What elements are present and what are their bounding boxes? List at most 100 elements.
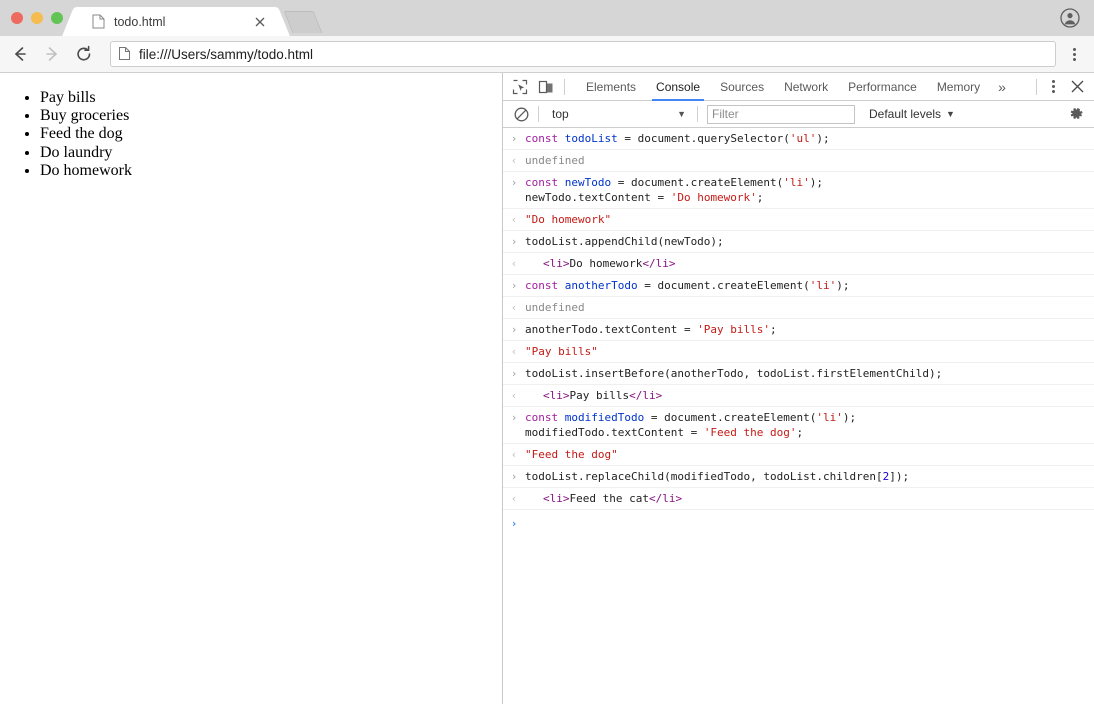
address-bar[interactable]: file:///Users/sammy/todo.html bbox=[110, 41, 1056, 67]
console-output-row: ‹<li>Pay bills</li> bbox=[503, 385, 1094, 407]
console-output-row: ‹undefined bbox=[503, 297, 1094, 319]
console-input-row: ›const modifiedTodo = document.createEle… bbox=[503, 407, 1094, 444]
devtools-tabbar: Elements Console Sources Network Perform… bbox=[503, 73, 1094, 101]
profile-avatar-icon[interactable] bbox=[1058, 6, 1082, 30]
console-entry-text: todoList.insertBefore(anotherTodo, todoL… bbox=[525, 366, 1094, 381]
input-marker-icon: › bbox=[503, 234, 525, 249]
todo-list: Pay bills Buy groceries Feed the dog Do … bbox=[0, 89, 502, 180]
console-output-row: ‹"Feed the dog" bbox=[503, 444, 1094, 466]
console-filter-bar: top ▼ Default levels ▼ bbox=[503, 101, 1094, 128]
console-input-row: ›const anotherTodo = document.createElem… bbox=[503, 275, 1094, 297]
console-entry-text: <li>Feed the cat</li> bbox=[525, 491, 1094, 506]
console-entry-text: undefined bbox=[525, 153, 1094, 168]
input-marker-icon: › bbox=[503, 175, 525, 190]
toolbar-divider bbox=[1036, 79, 1037, 95]
console-prompt-row[interactable]: › bbox=[503, 510, 1094, 534]
back-button[interactable] bbox=[6, 40, 34, 68]
console-context-value: top bbox=[552, 107, 569, 121]
browser-tab-todo-html[interactable]: todo.html bbox=[76, 7, 276, 36]
console-context-selector[interactable]: top ▼ bbox=[544, 104, 692, 124]
console-entry-text: todoList.replaceChild(modifiedTodo, todo… bbox=[525, 469, 1094, 484]
reload-button[interactable] bbox=[70, 40, 98, 68]
output-marker-icon: ‹ bbox=[503, 256, 525, 271]
url-text: file:///Users/sammy/todo.html bbox=[139, 47, 313, 62]
console-input-row: ›const todoList = document.querySelector… bbox=[503, 128, 1094, 150]
tab-network[interactable]: Network bbox=[774, 73, 838, 101]
console-input-row: ›const newTodo = document.createElement(… bbox=[503, 172, 1094, 209]
console-output-row: ‹<li>Feed the cat</li> bbox=[503, 488, 1094, 510]
input-marker-icon: › bbox=[503, 131, 525, 146]
window-controls bbox=[0, 0, 72, 36]
console-output-row: ‹undefined bbox=[503, 150, 1094, 172]
devtools-menu-button[interactable] bbox=[1042, 74, 1064, 100]
toolbar-divider bbox=[564, 79, 565, 95]
browser-toolbar: file:///Users/sammy/todo.html bbox=[0, 36, 1094, 73]
devtools-tabbar-actions bbox=[1031, 74, 1094, 100]
tab-sources[interactable]: Sources bbox=[710, 73, 774, 101]
input-marker-icon: › bbox=[503, 278, 525, 293]
document-icon bbox=[92, 14, 105, 29]
tab-performance[interactable]: Performance bbox=[838, 73, 927, 101]
console-input-row: ›todoList.replaceChild(modifiedTodo, tod… bbox=[503, 466, 1094, 488]
devtools-tab-list: Elements Console Sources Network Perform… bbox=[576, 73, 1014, 101]
settings-gear-icon[interactable] bbox=[1064, 102, 1088, 126]
console-output-row: ‹"Do homework" bbox=[503, 209, 1094, 231]
document-icon bbox=[119, 47, 131, 61]
list-item: Do homework bbox=[40, 162, 502, 180]
new-tab-button[interactable] bbox=[284, 11, 323, 33]
close-window-button[interactable] bbox=[11, 12, 23, 24]
console-entry-text: const todoList = document.querySelector(… bbox=[525, 131, 1094, 146]
maximize-window-button[interactable] bbox=[51, 12, 63, 24]
tab-title: todo.html bbox=[114, 15, 252, 29]
console-log-levels-dropdown[interactable]: Default levels ▼ bbox=[869, 107, 955, 121]
inspect-element-icon[interactable] bbox=[507, 74, 533, 100]
devtools-panel: Elements Console Sources Network Perform… bbox=[503, 73, 1094, 704]
list-item: Pay bills bbox=[40, 89, 502, 107]
tab-console[interactable]: Console bbox=[646, 73, 710, 101]
console-entry-text: const modifiedTodo = document.createElem… bbox=[525, 410, 1094, 440]
console-log-area[interactable]: ›const todoList = document.querySelector… bbox=[503, 128, 1094, 704]
chevron-down-icon: ▼ bbox=[677, 109, 686, 119]
console-entry-text: const anotherTodo = document.createEleme… bbox=[525, 278, 1094, 293]
output-marker-icon: ‹ bbox=[503, 153, 525, 168]
list-item: Feed the dog bbox=[40, 125, 502, 143]
console-entry-text: undefined bbox=[525, 300, 1094, 315]
browser-window: todo.html bbox=[0, 0, 1094, 704]
chevron-down-icon: ▼ bbox=[946, 109, 955, 119]
tab-memory[interactable]: Memory bbox=[927, 73, 990, 101]
output-marker-icon: ‹ bbox=[503, 491, 525, 506]
content-area: Pay bills Buy groceries Feed the dog Do … bbox=[0, 73, 1094, 704]
close-icon[interactable] bbox=[1064, 74, 1090, 100]
output-marker-icon: ‹ bbox=[503, 388, 525, 403]
console-entry-text: "Pay bills" bbox=[525, 344, 1094, 359]
console-entry-text: <li>Do homework</li> bbox=[525, 256, 1094, 271]
tab-close-button[interactable] bbox=[252, 14, 268, 30]
console-entry-text: "Feed the dog" bbox=[525, 447, 1094, 462]
output-marker-icon: ‹ bbox=[503, 344, 525, 359]
more-tabs-button[interactable]: » bbox=[990, 73, 1014, 101]
console-filter-input[interactable] bbox=[707, 105, 855, 124]
console-input-row: ›anotherTodo.textContent = 'Pay bills'; bbox=[503, 319, 1094, 341]
input-marker-icon: › bbox=[503, 410, 525, 425]
input-marker-icon: › bbox=[503, 322, 525, 337]
console-input-row: ›todoList.appendChild(newTodo); bbox=[503, 231, 1094, 253]
device-toolbar-icon[interactable] bbox=[533, 74, 559, 100]
clear-console-icon[interactable] bbox=[509, 102, 533, 126]
toolbar-divider bbox=[538, 106, 539, 122]
minimize-window-button[interactable] bbox=[31, 12, 43, 24]
console-entry-text: const newTodo = document.createElement('… bbox=[525, 175, 1094, 205]
toolbar-divider bbox=[697, 106, 698, 122]
tab-strip: todo.html bbox=[0, 0, 1094, 36]
chrome-menu-button[interactable] bbox=[1062, 40, 1086, 68]
console-entry-text: anotherTodo.textContent = 'Pay bills'; bbox=[525, 322, 1094, 337]
console-entry-text: todoList.appendChild(newTodo); bbox=[525, 234, 1094, 249]
web-page-viewport: Pay bills Buy groceries Feed the dog Do … bbox=[0, 73, 503, 704]
list-item: Buy groceries bbox=[40, 107, 502, 125]
output-marker-icon: ‹ bbox=[503, 447, 525, 462]
forward-button[interactable] bbox=[38, 40, 66, 68]
log-levels-label: Default levels bbox=[869, 107, 941, 121]
console-input-row: ›todoList.insertBefore(anotherTodo, todo… bbox=[503, 363, 1094, 385]
console-output-row: ‹"Pay bills" bbox=[503, 341, 1094, 363]
output-marker-icon: ‹ bbox=[503, 300, 525, 315]
tab-elements[interactable]: Elements bbox=[576, 73, 646, 101]
